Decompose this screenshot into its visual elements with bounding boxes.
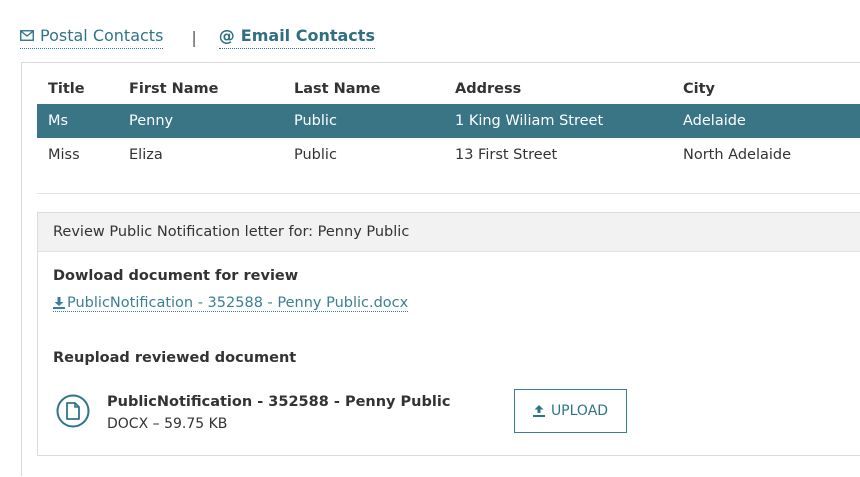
contacts-table: Title First Name Last Name Address City … — [37, 74, 860, 172]
envelope-icon — [20, 29, 34, 41]
tab-email-contacts[interactable]: @ Email Contacts — [218, 25, 375, 49]
download-section-title: Dowload document for review — [53, 268, 299, 284]
tab-postal-contacts[interactable]: Postal Contacts — [20, 25, 164, 49]
cell-title: Miss — [37, 138, 118, 172]
cell-address: 1 King Wiliam Street — [444, 104, 672, 138]
uploaded-file-meta: DOCX – 59.75 KB — [107, 416, 228, 432]
column-header-title: Title — [48, 81, 85, 97]
column-header-city: City — [683, 81, 715, 97]
cell-first-name: Eliza — [118, 138, 283, 172]
table-header-row: Title First Name Last Name Address City — [37, 74, 860, 104]
column-header-address: Address — [455, 81, 522, 97]
section-divider — [37, 193, 860, 194]
cell-last-name: Public — [283, 104, 444, 138]
at-sign-icon: @ — [218, 25, 235, 45]
tab-email-label: Email Contacts — [240, 25, 375, 45]
upload-button-label: UPLOAD — [550, 403, 609, 419]
column-header-first-name: First Name — [129, 81, 219, 97]
cell-city: Adelaide — [672, 104, 860, 138]
tab-postal-label: Postal Contacts — [40, 25, 164, 45]
document-icon — [56, 394, 90, 428]
table-row-selected[interactable]: Ms Penny Public 1 King Wiliam Street Ade… — [37, 104, 860, 138]
tab-separator: | — [191, 27, 197, 47]
cell-city: North Adelaide — [672, 138, 860, 172]
cell-address: 13 First Street — [444, 138, 672, 172]
reupload-section-title: Reupload reviewed document — [53, 350, 297, 366]
column-header-last-name: Last Name — [294, 81, 381, 97]
review-panel-heading: Review Public Notification letter for: P… — [38, 213, 860, 252]
upload-button[interactable]: UPLOAD — [514, 389, 627, 433]
cell-first-name: Penny — [118, 104, 283, 138]
cell-last-name: Public — [283, 138, 444, 172]
cell-title: Ms — [37, 104, 118, 138]
table-row[interactable]: Miss Eliza Public 13 First Street North … — [37, 138, 860, 172]
upload-icon — [532, 405, 545, 417]
review-panel: Review Public Notification letter for: P… — [37, 212, 860, 456]
download-document-link[interactable]: PublicNotification - 352588 - Penny Publ… — [53, 295, 409, 312]
contact-tabs: Postal Contacts | @ Email Contacts — [20, 24, 375, 50]
uploaded-file-name: PublicNotification - 352588 - Penny Publ… — [107, 394, 451, 410]
download-icon — [53, 297, 65, 309]
download-link-label: PublicNotification - 352588 - Penny Publ… — [67, 295, 409, 311]
